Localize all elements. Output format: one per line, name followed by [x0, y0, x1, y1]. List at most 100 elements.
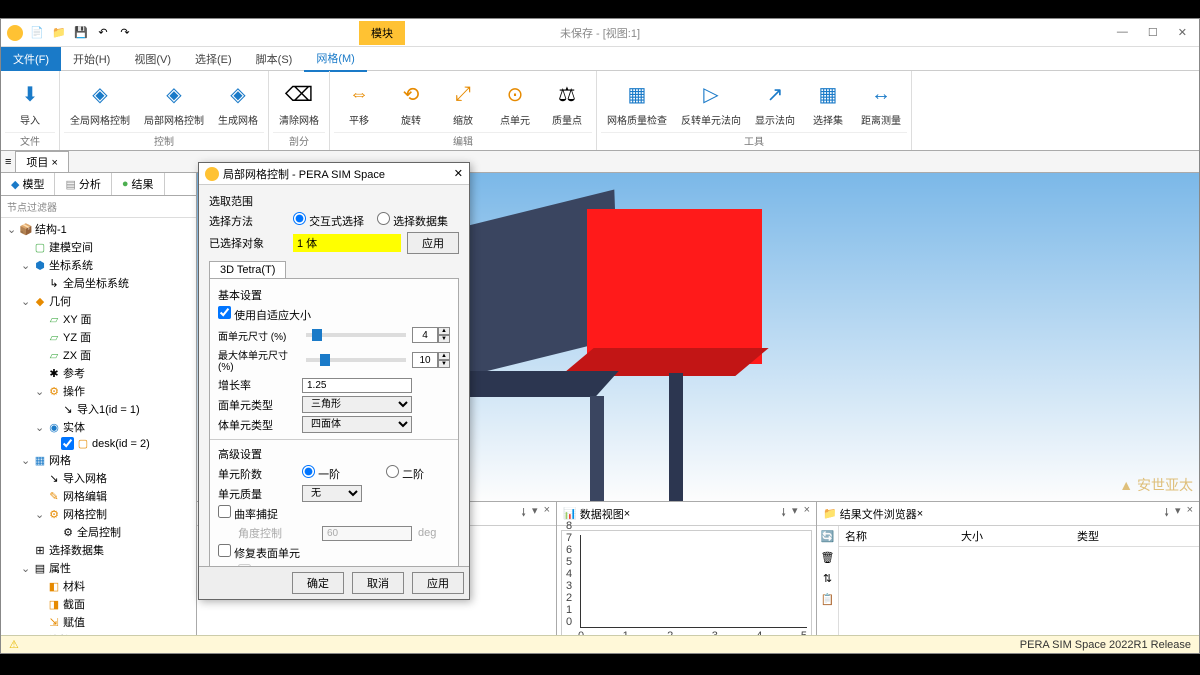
tab-3d-tetra[interactable]: 3D Tetra(T): [209, 261, 286, 278]
model-tree[interactable]: ⌄📦结构-1 ▢建模空间 ⌄⬢坐标系统 ↳全局坐标系统 ⌄◆几何 ▱XY 面 ▱…: [1, 218, 196, 653]
tab-analysis[interactable]: ▤分析: [55, 173, 111, 195]
titlebar: 📄 📁 💾 ↶ ↷ 模块 未保存 - [视图:1] — ☐ ✕: [1, 19, 1199, 47]
menu-select[interactable]: 选择(E): [183, 47, 244, 71]
spin-up-icon[interactable]: ▲: [438, 327, 450, 335]
ribbon-global-mesh[interactable]: ◈全局网格控制: [64, 73, 136, 132]
ribbon-group-split: 剖分: [273, 132, 325, 148]
ribbon-generate-mesh[interactable]: ◈生成网格: [212, 73, 264, 132]
tab-close-icon[interactable]: ×: [917, 508, 923, 520]
dialog-titlebar[interactable]: 局部网格控制 - PERA SIM Space ✕: [199, 163, 469, 185]
ribbon-select-set[interactable]: ▦选择集: [803, 73, 853, 132]
element-order-label: 单元阶数: [218, 466, 296, 482]
tab-close-icon[interactable]: ×: [51, 157, 57, 169]
dialog-close-icon[interactable]: ✕: [454, 167, 463, 180]
panel-pin-icon[interactable]: 🠗: [781, 504, 786, 523]
qat-redo-icon[interactable]: ↷: [117, 25, 133, 41]
tab-close-icon[interactable]: ×: [624, 508, 630, 520]
angle-unit: deg: [418, 527, 436, 539]
local-mesh-control-dialog: 局部网格控制 - PERA SIM Space ✕ 选取范围 选择方法 交互式选…: [198, 162, 470, 600]
ribbon-group-control: 控制: [64, 132, 264, 148]
radio-dataset[interactable]: 选择数据集: [377, 212, 455, 229]
cancel-button[interactable]: 取消: [352, 572, 404, 594]
spin-down-icon[interactable]: ▼: [438, 360, 450, 368]
angle-control-label: 角度控制: [238, 525, 316, 541]
panel-pin-icon[interactable]: 🠗: [1164, 504, 1169, 523]
growth-rate-input[interactable]: [302, 378, 412, 393]
ribbon-clear-mesh[interactable]: ⌫清除网格: [273, 73, 325, 132]
fix-surface-checkbox[interactable]: 修复表面单元: [218, 544, 300, 561]
rb-refresh-icon[interactable]: 🔄: [821, 530, 835, 543]
qat-save-icon[interactable]: 💾: [73, 25, 89, 41]
face-size-input[interactable]: [412, 327, 438, 343]
ribbon-distance[interactable]: ↔距离测量: [855, 73, 907, 132]
ribbon-translate[interactable]: ⇔平移: [334, 73, 384, 132]
ribbon-import[interactable]: ⬇导入: [5, 73, 55, 132]
ok-button[interactable]: 确定: [292, 572, 344, 594]
model-tree-panel: ◆模型 ▤分析 ●结果 节点过滤器 ⌄📦结构-1 ▢建模空间 ⌄⬢坐标系统 ↳全…: [1, 173, 197, 653]
close-icon[interactable]: ✕: [1178, 26, 1187, 39]
panel-menu-icon[interactable]: ▾: [532, 504, 538, 523]
face-elem-type-select[interactable]: 三角形: [302, 396, 412, 413]
apply-button[interactable]: 应用: [412, 572, 464, 594]
panel-menu-icon[interactable]: ▾: [1175, 504, 1181, 523]
qat-new-icon[interactable]: 📄: [29, 25, 45, 41]
menu-start[interactable]: 开始(H): [61, 47, 122, 71]
curvature-checkbox[interactable]: 曲率捕捉: [218, 505, 296, 522]
project-tab[interactable]: 项目 ×: [15, 151, 69, 172]
panel-close-icon[interactable]: ×: [544, 504, 550, 523]
project-tab-strip: ≡ 项目 ×: [1, 151, 1199, 173]
ribbon-show-normal[interactable]: ↗显示法向: [749, 73, 801, 132]
selection-method-label: 选择方法: [209, 213, 287, 229]
data-chart[interactable]: 012345678 012345: [561, 530, 812, 649]
dialog-title: 局部网格控制 - PERA SIM Space: [223, 166, 385, 182]
ribbon-point-elem[interactable]: ⊙点单元: [490, 73, 540, 132]
panel-close-icon[interactable]: ×: [804, 504, 810, 523]
adaptive-size-checkbox[interactable]: 使用自适应大小: [218, 306, 311, 323]
qat-undo-icon[interactable]: ↶: [95, 25, 111, 41]
ribbon-rotate[interactable]: ⟲旋转: [386, 73, 436, 132]
radio-order-2[interactable]: 二阶: [386, 465, 464, 482]
tab-result[interactable]: ●结果: [112, 173, 165, 195]
angle-control-input: [322, 526, 412, 541]
module-tab[interactable]: 模块: [359, 21, 405, 45]
window-title: 未保存 - [视图:1]: [560, 25, 640, 41]
rb-filter-icon[interactable]: 📋: [821, 593, 835, 606]
spin-up-icon[interactable]: ▲: [438, 352, 450, 360]
ribbon-quality-check[interactable]: ▦网格质量检查: [601, 73, 673, 132]
element-quality-select[interactable]: 无: [302, 485, 362, 502]
menu-file[interactable]: 文件(F): [1, 47, 61, 71]
spin-down-icon[interactable]: ▼: [438, 335, 450, 343]
result-browser-panel: 📁 结果文件浏览器 ×🠗▾× 🔄 🗑 ⇅ 📋 名称 大小: [817, 502, 1199, 653]
maximize-icon[interactable]: ☐: [1148, 26, 1158, 39]
menu-mesh[interactable]: 网格(M): [304, 46, 367, 72]
max-body-size-slider[interactable]: [306, 358, 406, 362]
tree-filter[interactable]: 节点过滤器: [1, 196, 196, 218]
panel-menu-icon[interactable]: ▾: [792, 504, 798, 523]
qat-open-icon[interactable]: 📁: [51, 25, 67, 41]
ribbon-local-mesh[interactable]: ◈局部网格控制: [138, 73, 210, 132]
ribbon-mass-point[interactable]: ⚖质量点: [542, 73, 592, 132]
panel-pin-icon[interactable]: 🠗: [521, 504, 526, 523]
menu-script[interactable]: 脚本(S): [244, 47, 305, 71]
radio-order-1[interactable]: 一阶: [302, 465, 380, 482]
app-icon: [7, 25, 23, 41]
minimize-icon[interactable]: —: [1117, 26, 1128, 39]
dialog-app-icon: [205, 167, 219, 181]
rb-sort-icon[interactable]: ⇅: [823, 572, 832, 585]
radio-interactive[interactable]: 交互式选择: [293, 212, 371, 229]
apply-selection-button[interactable]: 应用: [407, 232, 459, 254]
tab-model[interactable]: ◆模型: [1, 173, 55, 195]
ribbon-scale[interactable]: ⤢缩放: [438, 73, 488, 132]
face-size-slider[interactable]: [306, 333, 406, 337]
desk-visible-checkbox[interactable]: [61, 437, 74, 450]
ribbon: ⬇导入 文件 ◈全局网格控制 ◈局部网格控制 ◈生成网格 控制 ⌫清除网格 剖分…: [1, 71, 1199, 151]
body-elem-type-select[interactable]: 四面体: [302, 416, 412, 433]
menu-view[interactable]: 视图(V): [122, 47, 183, 71]
menubar: 文件(F) 开始(H) 视图(V) 选择(E) 脚本(S) 网格(M): [1, 47, 1199, 71]
ribbon-flip-normal[interactable]: ▷反转单元法向: [675, 73, 747, 132]
face-size-label: 面单元尺寸 (%): [218, 328, 300, 343]
panel-close-icon[interactable]: ×: [1187, 504, 1193, 523]
ribbon-group-edit: 编辑: [334, 132, 592, 148]
rb-clear-icon[interactable]: 🗑: [821, 551, 835, 564]
max-body-size-input[interactable]: [412, 352, 438, 368]
